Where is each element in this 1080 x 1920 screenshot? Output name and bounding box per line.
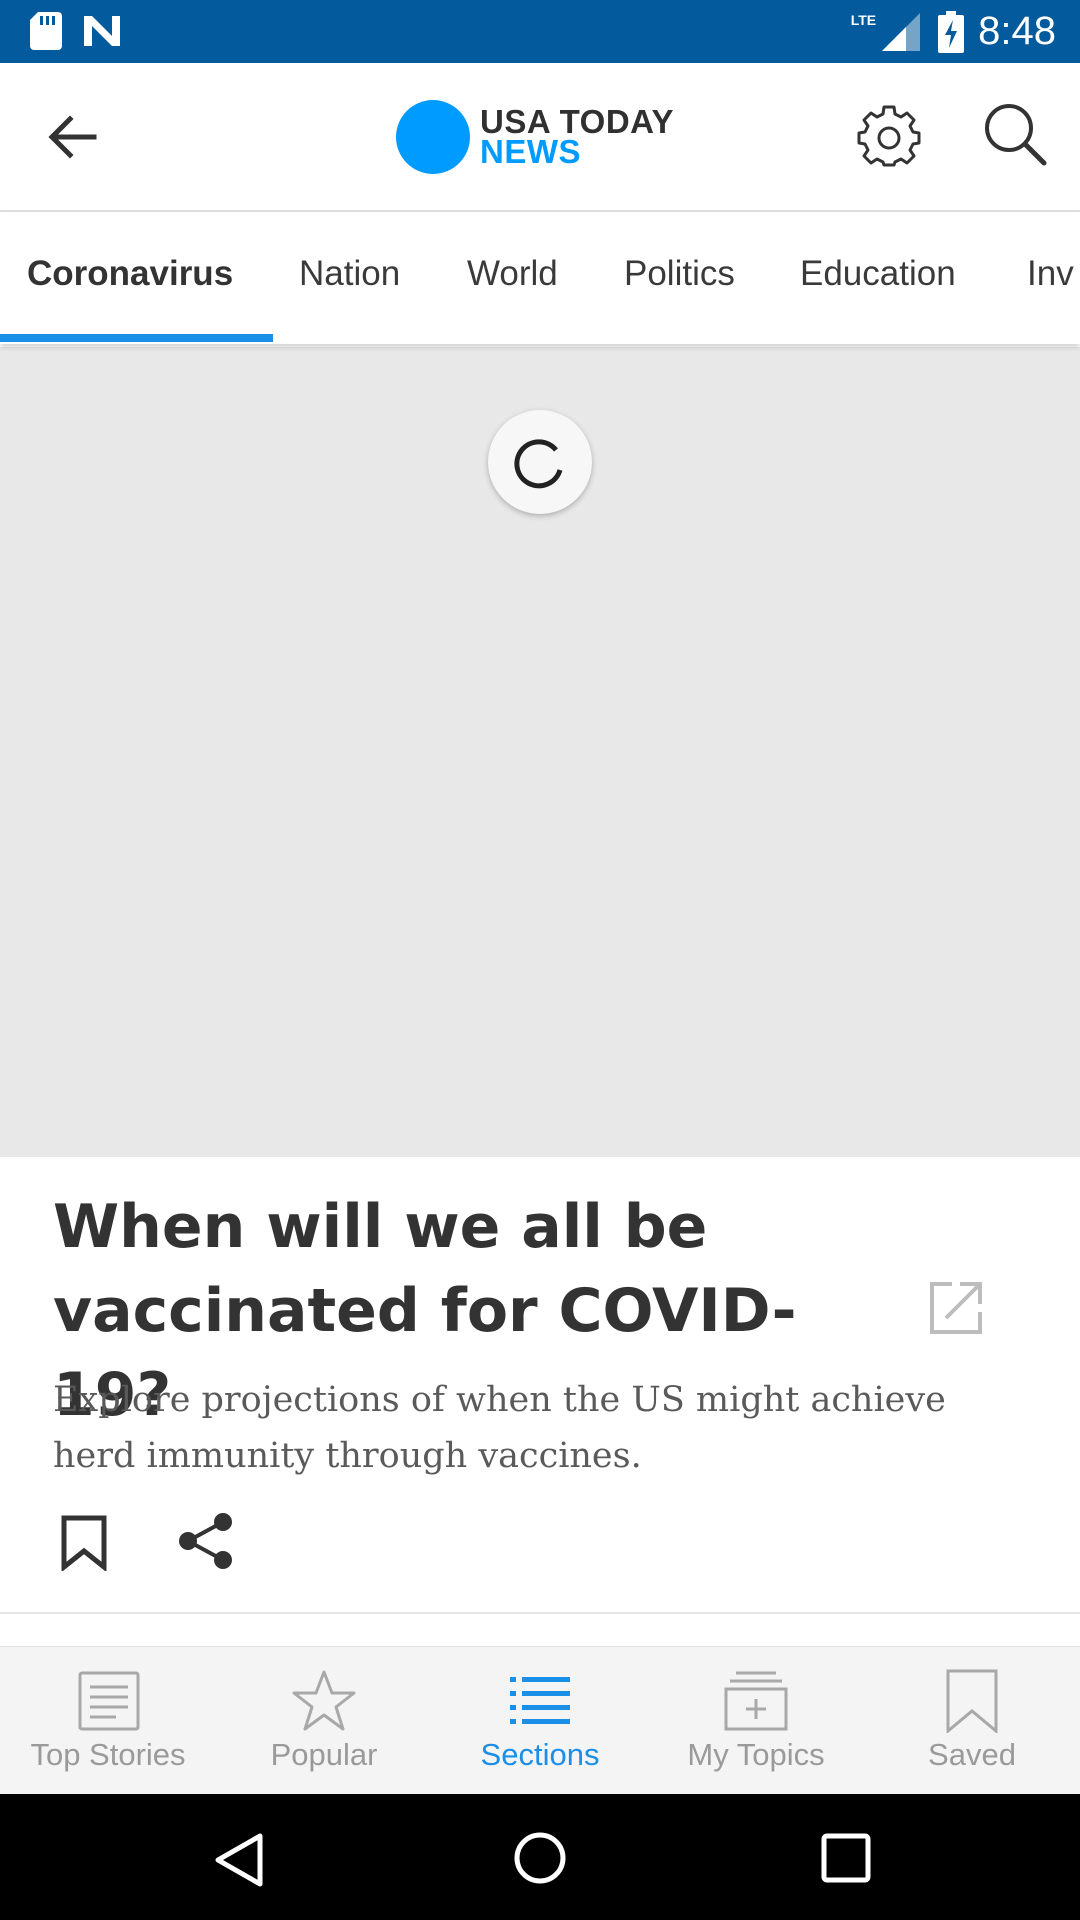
nav-top-stories[interactable]: Top Stories [0,1647,216,1795]
battery-charging-icon [938,10,965,53]
section-tabs: Coronavirus Nation World Politics Educat… [0,212,1080,344]
nav-label-top-stories: Top Stories [30,1737,186,1772]
status-time: 8:48 [978,9,1056,53]
bottom-nav: Top Stories Popular Sections My Topics S… [0,1646,1080,1795]
bookmark-icon [946,1669,998,1733]
divider [0,1612,1080,1614]
list-icon [510,1677,570,1724]
logo-subtitle: NEWS [480,133,581,170]
network-type: LTE [850,11,877,28]
tab-world[interactable]: World [467,212,558,344]
nav-sections[interactable]: Sections [432,1647,648,1795]
loading-spinner [488,410,592,514]
nav-label-saved: Saved [928,1737,1016,1772]
tab-politics[interactable]: Politics [624,212,735,344]
article-image-placeholder[interactable] [0,347,1080,1157]
nav-my-topics[interactable]: My Topics [648,1647,864,1795]
bookmark-icon[interactable] [60,1515,108,1571]
status-bar: LTE 8:48 [0,0,1080,63]
tab-inv[interactable]: Inv [1027,212,1074,344]
usa-today-logo: USA TODAY NEWS [396,99,674,175]
nav-saved[interactable]: Saved [864,1647,1080,1795]
logo-circle-icon [396,100,470,174]
share-icon[interactable] [178,1512,234,1570]
signal-icon [882,12,921,51]
newspaper-icon [78,1671,140,1731]
tab-nation[interactable]: Nation [299,212,400,344]
external-link-icon[interactable] [930,1280,984,1334]
add-topics-icon [724,1671,788,1731]
nav-popular[interactable]: Popular [216,1647,432,1795]
article-summary: Explore projections of when the US might… [53,1380,946,1476]
nav-label-sections: Sections [480,1737,600,1772]
search-icon[interactable] [982,101,1048,167]
star-icon [292,1670,356,1731]
system-nav-bar [0,1794,1080,1920]
spinner-icon [514,439,563,489]
gear-icon[interactable] [857,103,921,167]
nav-label-my-topics: My Topics [687,1737,825,1772]
home-circle-icon[interactable] [512,1828,572,1888]
tab-coronavirus[interactable]: Coronavirus [27,212,233,344]
back-arrow-icon[interactable] [44,109,100,165]
active-tab-indicator [0,334,273,342]
app-header: USA TODAY NEWS [0,63,1080,212]
n-notification-icon [84,16,120,46]
sd-card-icon [30,12,62,50]
nav-label-popular: Popular [270,1737,378,1772]
back-triangle-icon[interactable] [210,1830,270,1890]
recent-apps-icon[interactable] [818,1830,874,1886]
tab-education[interactable]: Education [800,212,956,344]
